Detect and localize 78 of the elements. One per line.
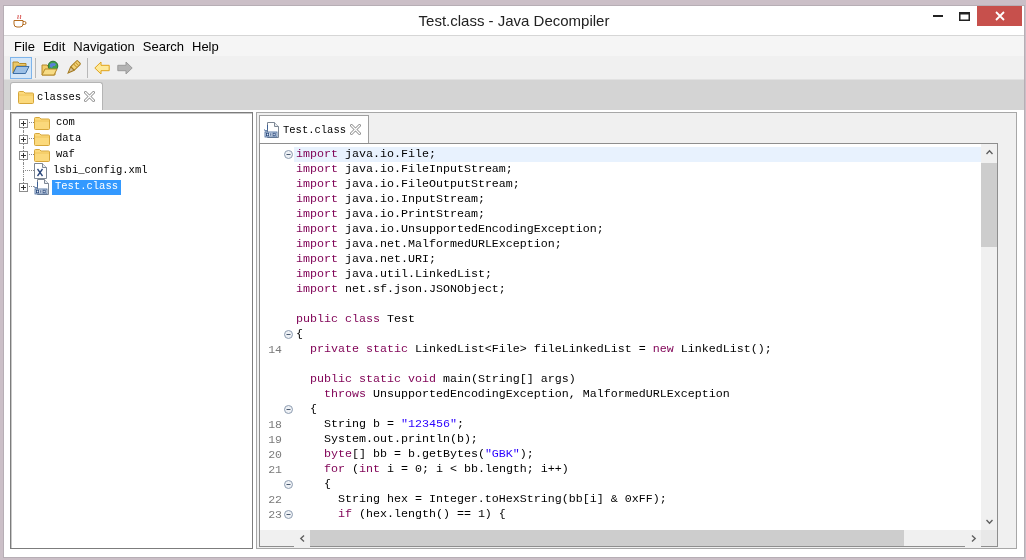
close-icon[interactable]: [84, 91, 96, 102]
workspace-tab[interactable]: classes: [10, 82, 104, 110]
chevron-down-icon: [985, 518, 993, 525]
arrow-left-icon: [94, 60, 110, 75]
line-number: 14: [268, 342, 282, 357]
code-line: import java.net.MalformedURLException;: [296, 237, 562, 252]
chevron-left-icon: [298, 535, 306, 542]
code-line: {: [296, 327, 303, 342]
minimize-icon: [933, 15, 943, 17]
class-file-icon: [34, 179, 49, 195]
folder-globe-icon: [41, 59, 59, 76]
code-line: public class Test: [296, 312, 415, 327]
code-line: String b = "123456";: [322, 417, 464, 432]
scrollbar-corner: [981, 530, 997, 546]
code-line: import java.io.File;: [296, 147, 436, 162]
code-line: import java.io.PrintStream;: [296, 207, 485, 222]
code-line: for (int i = 0; i < bb.length; i++): [322, 462, 569, 477]
expand-icon[interactable]: [19, 134, 28, 144]
code-line: byte[] bb = b.getBytes("GBK");: [322, 447, 534, 462]
class-file-icon: [264, 121, 279, 138]
code-line: {: [309, 402, 317, 417]
open-folder-icon: [12, 60, 30, 75]
tree-item[interactable]: data: [53, 131, 85, 147]
line-number: 19: [268, 432, 282, 447]
menu-item[interactable]: Search: [138, 36, 188, 56]
code-line: System.out.println(b);: [322, 432, 478, 447]
folder-icon: [34, 132, 50, 146]
scrollbar-thumb[interactable]: [310, 530, 904, 546]
chevron-right-icon: [969, 535, 977, 542]
code-line: import java.io.FileInputStream;: [296, 162, 513, 177]
code-line: {: [322, 477, 331, 492]
collapse-icon[interactable]: [283, 480, 293, 489]
coffee-cup-icon: [12, 12, 28, 29]
code-line: private static LinkedList<File> fileLinkedList = new LinkedList();: [309, 342, 772, 357]
xml-file-icon: [34, 163, 47, 179]
pencil-icon: [64, 59, 82, 76]
line-number: 22: [268, 492, 282, 507]
menu-item[interactable]: Navigation: [69, 36, 139, 56]
expand-icon[interactable]: [19, 182, 28, 192]
code-line: import java.io.UnsupportedEncodingException;: [296, 222, 604, 237]
chevron-up-icon: [985, 149, 993, 156]
open-file-button[interactable]: [10, 56, 32, 79]
code-line: import java.net.URI;: [296, 252, 436, 267]
close-icon[interactable]: [350, 124, 361, 135]
scrollbar-thumb[interactable]: [981, 163, 997, 247]
tree-item[interactable]: lsbi_config.xml: [50, 163, 151, 179]
close-icon: [994, 11, 1005, 21]
menu-item[interactable]: Help: [188, 36, 223, 56]
arrow-right-icon: [117, 60, 133, 75]
collapse-icon[interactable]: [283, 150, 293, 159]
collapse-icon[interactable]: [283, 405, 293, 414]
collapse-icon[interactable]: [283, 510, 293, 519]
close-button[interactable]: [977, 6, 1022, 26]
code-line: throws UnsupportedEncodingException, MalformedURLException: [322, 387, 730, 402]
collapse-icon[interactable]: [283, 330, 293, 339]
menu-item[interactable]: Edit: [38, 36, 70, 56]
code-line: public static void main(String[] args): [309, 372, 576, 387]
line-number: 18: [268, 417, 282, 432]
line-number: 20: [268, 447, 282, 462]
code-line: import java.io.FileOutputStream;: [296, 177, 520, 192]
expand-icon[interactable]: [19, 150, 28, 160]
code-line: if (hex.length() == 1) {: [336, 507, 506, 522]
folder-icon: [34, 116, 50, 130]
code-line: import java.util.LinkedList;: [296, 267, 492, 282]
code-line: import java.io.InputStream;: [296, 192, 485, 207]
editor-tab[interactable]: Test.class: [259, 115, 369, 143]
maximize-icon: [958, 11, 970, 21]
folder-icon: [34, 148, 50, 162]
menu-item[interactable]: File: [10, 36, 39, 56]
line-number: 23: [268, 507, 282, 522]
window-title: Test.class - Java Decompiler: [418, 11, 610, 31]
expand-icon[interactable]: [19, 118, 28, 128]
code-line: import net.sf.json.JSONObject;: [296, 282, 506, 297]
code-line: String hex = Integer.toHexString(bb[i] & 0xFF);: [336, 492, 667, 507]
line-number: 21: [268, 462, 282, 477]
folder-icon: [18, 89, 34, 104]
tree-item[interactable]: com: [53, 115, 78, 131]
tree-item[interactable]: waf: [53, 147, 78, 163]
